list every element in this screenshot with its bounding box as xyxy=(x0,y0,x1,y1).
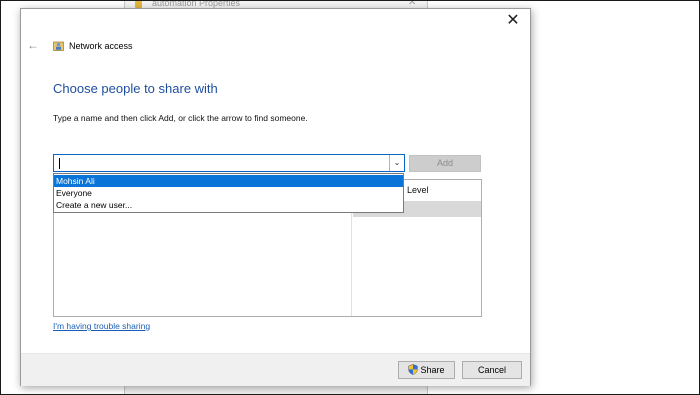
name-dropdown-list[interactable]: Mohsin Ali Everyone Create a new user... xyxy=(53,173,404,213)
dropdown-option-everyone[interactable]: Everyone xyxy=(54,187,403,199)
trouble-sharing-link[interactable]: I'm having trouble sharing xyxy=(53,321,150,331)
name-combo-input[interactable]: ⌄ xyxy=(53,154,405,172)
dropdown-option-create-user[interactable]: Create a new user... xyxy=(54,199,403,211)
network-user-icon xyxy=(53,41,64,51)
share-button[interactable]: Share xyxy=(398,361,455,379)
chevron-down-icon[interactable]: ⌄ xyxy=(389,155,404,171)
background-window-title: automation Properties xyxy=(152,0,241,8)
uac-shield-icon xyxy=(408,364,419,375)
back-arrow-icon[interactable]: ← xyxy=(27,38,41,52)
add-button[interactable]: Add xyxy=(409,155,481,172)
text-caret xyxy=(59,158,60,169)
page-title: Choose people to share with xyxy=(53,81,218,96)
background-close-icon[interactable]: ✕ xyxy=(408,0,416,8)
lock-icon xyxy=(135,1,142,8)
instructions-text: Type a name and then click Add, or click… xyxy=(53,113,308,123)
close-button[interactable]: ✕ xyxy=(503,12,523,30)
cancel-button[interactable]: Cancel xyxy=(462,361,522,379)
network-access-dialog: ✕ ← Network access Choose people to shar… xyxy=(20,8,531,386)
permission-level-header[interactable]: Level xyxy=(407,185,429,195)
dialog-footer: Share Cancel xyxy=(21,353,530,386)
header-title: Network access xyxy=(69,41,133,51)
dropdown-option-mohsin-ali[interactable]: Mohsin Ali xyxy=(54,175,403,187)
share-button-label: Share xyxy=(420,365,445,375)
